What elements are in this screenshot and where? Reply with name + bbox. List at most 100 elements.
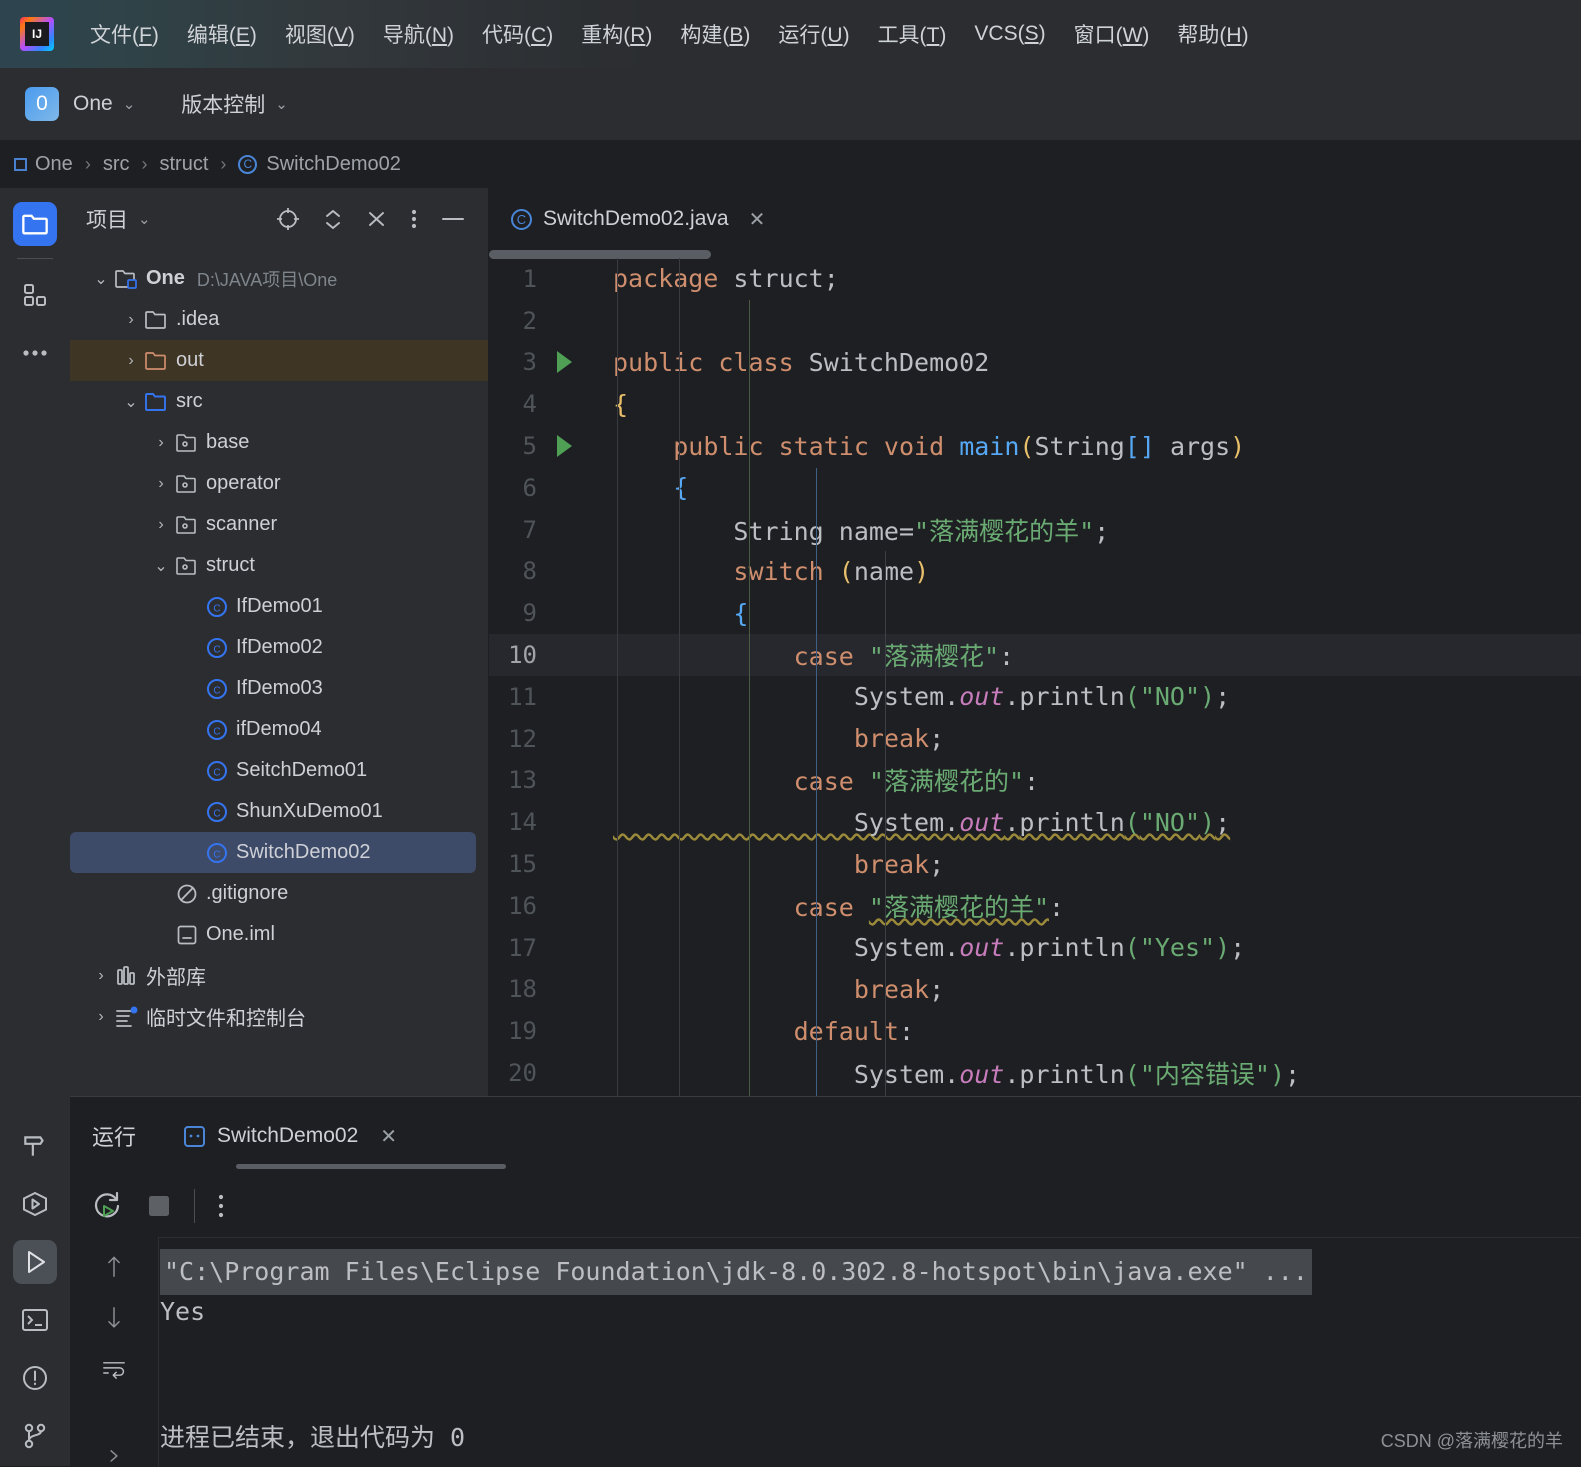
more-dots-icon — [23, 350, 47, 356]
code-line[interactable]: 17 System.out.println("Yes"); — [489, 927, 1581, 969]
code-line[interactable]: 7 String name="落满樱花的羊"; — [489, 509, 1581, 551]
code-line[interactable]: 9 { — [489, 592, 1581, 634]
code-line[interactable]: 2 — [489, 300, 1581, 342]
editor-tab-switchdemo02[interactable]: C SwitchDemo02.java ✕ — [511, 207, 765, 232]
chevron-right-icon[interactable]: › — [148, 516, 174, 534]
tree-node-oneiml[interactable]: One.iml — [70, 914, 488, 955]
tree-node-idea[interactable]: › .idea — [70, 299, 488, 340]
tree-node-one[interactable]: ⌄ One D:\JAVA项目\One — [70, 258, 488, 299]
vcs-selector[interactable]: 版本控制 ⌄ — [181, 89, 288, 119]
console-output[interactable]: "C:\Program Files\Eclipse Foundation\jdk… — [158, 1237, 1581, 1467]
chevron-down-icon[interactable]: ⌄ — [148, 556, 174, 576]
menu-item-1[interactable]: 编辑(E) — [173, 19, 271, 49]
tree-node-gitignore[interactable]: .gitignore — [70, 873, 488, 914]
project-selector[interactable]: 0 One ⌄ — [0, 87, 135, 121]
breadcrumb-item-project[interactable]: One — [14, 153, 73, 176]
problems-tool-window-button[interactable] — [13, 1356, 57, 1400]
run-tool-window-button[interactable] — [13, 1240, 57, 1284]
tree-node-ifdemo03[interactable]: C IfDemo03 — [70, 668, 488, 709]
run-gutter-icon[interactable] — [557, 351, 572, 374]
code-line[interactable]: 16 case "落满樱花的羊": — [489, 885, 1581, 927]
tree-node-scanner[interactable]: › scanner — [70, 504, 488, 545]
tree-node-ifdemo01[interactable]: C IfDemo01 — [70, 586, 488, 627]
tree-node-[interactable]: › 临时文件和控制台 — [70, 996, 488, 1037]
more-options-icon[interactable] — [410, 205, 418, 233]
breadcrumb-item-struct[interactable]: struct — [159, 153, 208, 176]
menu-item-0[interactable]: 文件(F) — [76, 19, 173, 49]
tree-node-src[interactable]: ⌄ src — [70, 381, 488, 422]
stop-icon[interactable] — [146, 1193, 172, 1219]
code-line[interactable]: 14 System.out.println("NO"); — [489, 801, 1581, 843]
breadcrumb-item-src[interactable]: src — [103, 153, 130, 176]
terminal-tool-window-button[interactable] — [13, 1298, 57, 1342]
more-options-icon[interactable] — [217, 1191, 225, 1221]
menu-item-10[interactable]: 窗口(W) — [1060, 19, 1164, 49]
menu-item-7[interactable]: 运行(U) — [764, 19, 863, 49]
menu-item-9[interactable]: VCS(S) — [960, 22, 1059, 46]
structure-tool-window-button[interactable] — [13, 273, 57, 317]
menu-item-8[interactable]: 工具(T) — [864, 19, 961, 49]
chevron-down-icon[interactable]: ⌄ — [138, 210, 151, 228]
gitignore-icon — [177, 884, 197, 903]
code-editor[interactable]: 1 package struct; 2 3 public class SwitchDem… — [489, 258, 1581, 1096]
next-occurrence-icon[interactable] — [99, 1305, 129, 1331]
code-line[interactable]: 15 break; — [489, 843, 1581, 885]
previous-occurrence-icon[interactable] — [99, 1253, 129, 1279]
more-tool-windows-button[interactable] — [13, 331, 57, 375]
chevron-right-icon[interactable]: › — [88, 1008, 114, 1026]
tree-node-struct[interactable]: ⌄ struct — [70, 545, 488, 586]
chevron-down-icon[interactable]: ⌄ — [118, 392, 144, 412]
chevron-right-icon[interactable]: › — [148, 434, 174, 452]
code-line[interactable]: 11 System.out.println("NO"); — [489, 676, 1581, 718]
hide-panel-icon[interactable] — [438, 205, 468, 233]
menu-item-5[interactable]: 重构(R) — [567, 19, 666, 49]
tree-node-operator[interactable]: › operator — [70, 463, 488, 504]
code-line[interactable]: 5 public static void main(String[] args) — [489, 425, 1581, 467]
scroll-from-source-target-icon[interactable] — [274, 205, 302, 233]
menu-item-6[interactable]: 构建(B) — [666, 19, 764, 49]
tree-node-base[interactable]: › base — [70, 422, 488, 463]
chevron-right-icon[interactable]: › — [118, 352, 144, 370]
code-line[interactable]: 20 System.out.println("内容错误"); — [489, 1052, 1581, 1094]
tree-node-seitchdemo01[interactable]: C SeitchDemo01 — [70, 750, 488, 791]
project-tool-window-button[interactable] — [13, 202, 57, 246]
tree-node-out[interactable]: › out — [70, 340, 488, 381]
code-line[interactable]: 13 case "落满樱花的": — [489, 760, 1581, 802]
git-tool-window-button[interactable] — [13, 1414, 57, 1458]
tree-node-[interactable]: › 外部库 — [70, 955, 488, 996]
code-line[interactable]: 18 break; — [489, 969, 1581, 1011]
expand-chevron-icon[interactable] — [101, 1445, 127, 1467]
chevron-right-icon[interactable]: › — [88, 967, 114, 985]
code-line[interactable]: 6 { — [489, 467, 1581, 509]
rerun-icon[interactable] — [90, 1189, 124, 1223]
menu-item-2[interactable]: 视图(V) — [271, 19, 369, 49]
tree-node-shunxudemo01[interactable]: C ShunXuDemo01 — [70, 791, 488, 832]
code-line[interactable]: 8 switch (name) — [489, 551, 1581, 593]
chevron-right-icon[interactable]: › — [118, 311, 144, 329]
collapse-all-icon[interactable] — [364, 205, 390, 233]
code-line[interactable]: 10 case "落满樱花": — [489, 634, 1581, 676]
breadcrumb-item-class[interactable]: C SwitchDemo02 — [238, 153, 401, 176]
expand-collapse-icon[interactable] — [322, 205, 344, 233]
code-line[interactable]: 1 package struct; — [489, 258, 1581, 300]
services-tool-window-button[interactable] — [13, 1182, 57, 1226]
menu-item-4[interactable]: 代码(C) — [468, 19, 567, 49]
menu-item-11[interactable]: 帮助(H) — [1163, 19, 1262, 49]
code-line[interactable]: 12 break; — [489, 718, 1581, 760]
menu-item-3[interactable]: 导航(N) — [369, 19, 468, 49]
run-tab-switchdemo02[interactable]: SwitchDemo02 ✕ — [184, 1124, 397, 1149]
code-line[interactable]: 19 default: — [489, 1010, 1581, 1052]
close-icon[interactable]: ✕ — [380, 1124, 397, 1149]
build-tool-window-button[interactable] — [13, 1124, 57, 1168]
code-line-text: { — [733, 598, 749, 628]
chevron-down-icon[interactable]: ⌄ — [88, 269, 114, 289]
code-line[interactable]: 3 public class SwitchDemo02 — [489, 342, 1581, 384]
run-gutter-icon[interactable] — [557, 435, 572, 458]
tree-node-ifdemo04[interactable]: CifDemo04 — [70, 709, 488, 750]
soft-wrap-icon[interactable] — [96, 1357, 132, 1380]
tree-node-ifdemo02[interactable]: C IfDemo02 — [70, 627, 488, 668]
chevron-right-icon[interactable]: › — [148, 475, 174, 493]
tree-node-switchdemo02[interactable]: C SwitchDemo02 — [70, 832, 476, 873]
code-line[interactable]: 4{ — [489, 383, 1581, 425]
close-icon[interactable]: ✕ — [749, 207, 766, 232]
